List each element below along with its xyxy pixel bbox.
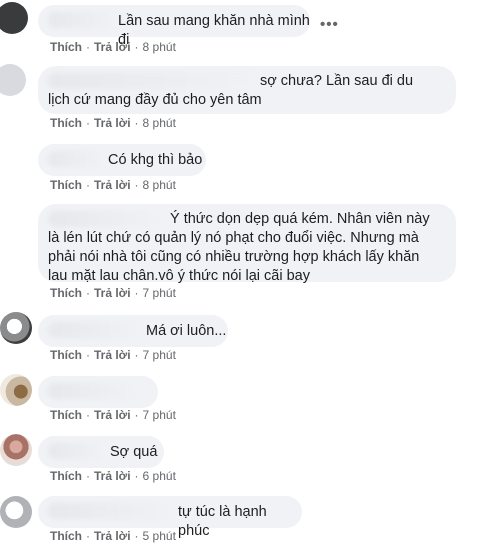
comment-bubble: Có khg thì bảo — [38, 144, 206, 176]
comment-bubble: Má ơi luôn... — [38, 315, 228, 347]
reply-link[interactable]: Trả lời — [94, 469, 131, 483]
comment-bubble: Ý thức dọn dẹp quá kém. Nhân viên này là… — [38, 204, 456, 284]
comment-actions: Thích · Trả lời · 8 phút — [50, 116, 176, 130]
like-link[interactable]: Thích — [50, 408, 82, 422]
comment-text: Sợ quá — [110, 444, 158, 460]
reply-link[interactable]: Trả lời — [94, 408, 131, 422]
avatar[interactable] — [0, 64, 26, 96]
comment-actions: Thích · Trả lời · 7 phút — [50, 408, 176, 422]
like-link[interactable]: Thích — [50, 348, 82, 362]
avatar[interactable] — [0, 434, 32, 466]
comment-actions: Thích · Trả lời · 7 phút — [50, 348, 176, 362]
like-link[interactable]: Thích — [50, 529, 82, 543]
comment-text: Có khg thì bảo — [108, 152, 203, 168]
like-link[interactable]: Thích — [50, 116, 82, 130]
timestamp[interactable]: 7 phút — [143, 408, 176, 422]
avatar[interactable] — [0, 2, 28, 34]
reply-link[interactable]: Trả lời — [94, 348, 131, 362]
like-link[interactable]: Thích — [50, 469, 82, 483]
comment-bubble: sợ chưa? Lần sau đi du lịch cứ mang đầy … — [38, 66, 456, 114]
comment-text: Má ơi luôn... — [146, 323, 227, 339]
timestamp[interactable]: 8 phút — [143, 178, 176, 192]
like-link[interactable]: Thích — [50, 40, 82, 54]
reply-link[interactable]: Trả lời — [94, 178, 131, 192]
reply-link[interactable]: Trả lời — [94, 529, 131, 543]
like-link[interactable]: Thích — [50, 178, 82, 192]
like-link[interactable]: Thích — [50, 286, 82, 300]
timestamp[interactable]: 7 phút — [143, 348, 176, 362]
reply-link[interactable]: Trả lời — [94, 286, 131, 300]
timestamp[interactable]: 5 phút — [143, 529, 176, 543]
timestamp[interactable]: 8 phút — [143, 40, 176, 54]
more-options-icon[interactable]: ••• — [320, 16, 339, 33]
reply-link[interactable]: Trả lời — [94, 116, 131, 130]
comment-actions: Thích · Trả lời · 8 phút — [50, 178, 176, 192]
comment-actions: Thích · Trả lời · 7 phút — [50, 286, 176, 300]
avatar[interactable] — [0, 496, 32, 528]
comment-text: sợ chưa? Lần sau đi du lịch cứ mang đầy … — [48, 73, 418, 108]
comment-text: Ý thức dọn dẹp quá kém. Nhân viên này là… — [48, 211, 434, 284]
avatar[interactable] — [0, 142, 32, 174]
reply-link[interactable]: Trả lời — [94, 40, 131, 54]
comment-text: tự túc là hạnh phúc — [178, 504, 271, 539]
timestamp[interactable]: 7 phút — [143, 286, 176, 300]
comment-bubble: Sợ quá — [38, 436, 164, 468]
timestamp[interactable]: 6 phút — [143, 469, 176, 483]
comment-bubble: Lần sau mang khăn nhà mình đi — [38, 5, 310, 48]
avatar[interactable] — [0, 374, 32, 406]
avatar[interactable] — [0, 312, 32, 344]
comment-actions: Thích · Trả lời · 6 phút — [50, 469, 176, 483]
comment-bubble: tự túc là hạnh phúc — [38, 496, 302, 539]
avatar[interactable] — [0, 204, 32, 236]
comment-bubble — [38, 376, 158, 408]
comment-actions: Thích · Trả lời · 8 phút — [50, 40, 176, 54]
timestamp[interactable]: 8 phút — [143, 116, 176, 130]
comment-actions: Thích · Trả lời · 5 phút — [50, 529, 176, 543]
